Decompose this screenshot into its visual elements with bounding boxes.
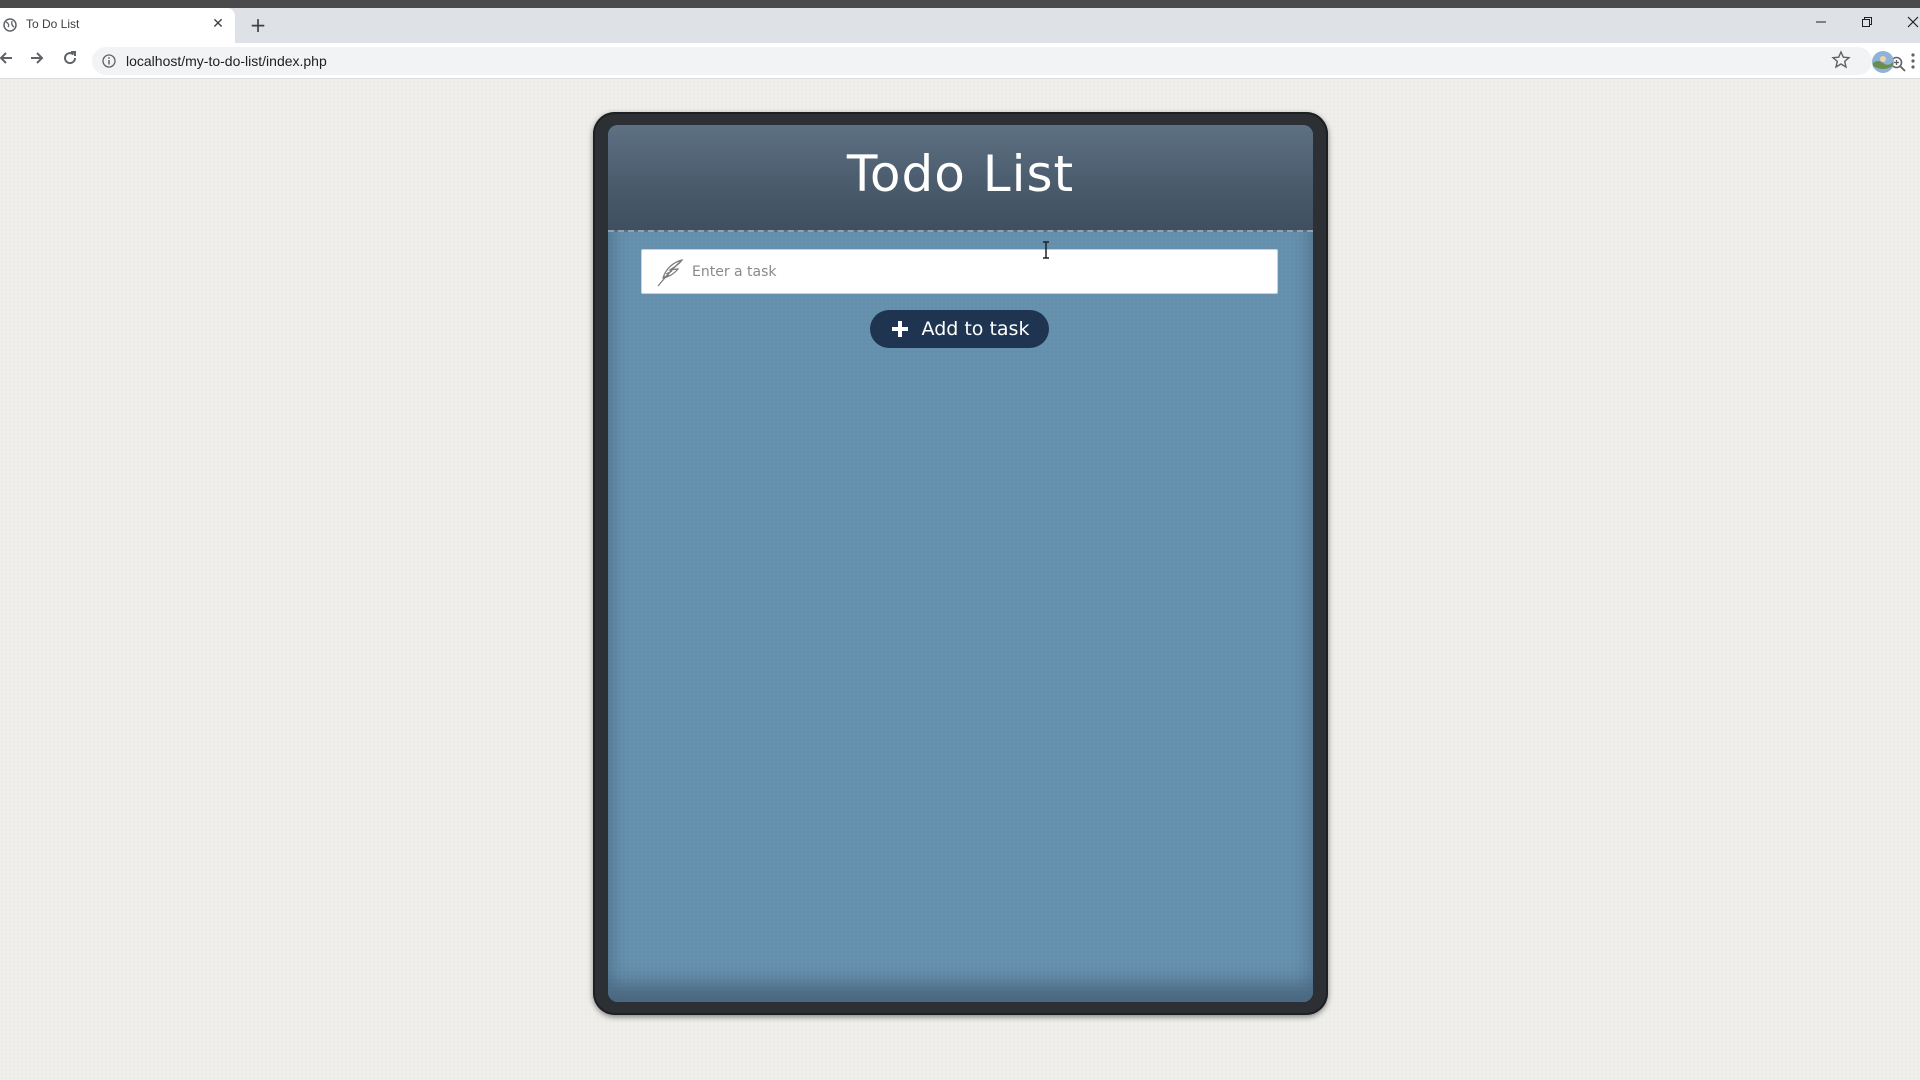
feather-icon — [657, 259, 684, 287]
add-task-label: Add to task — [921, 318, 1030, 340]
address-bar[interactable]: localhost/my-to-do-list/index.php — [92, 47, 1906, 75]
minimize-icon[interactable] — [1806, 12, 1836, 36]
tab-todo-list[interactable]: To Do List ✕ — [0, 8, 235, 43]
todo-body: Add to task — [608, 232, 1313, 1002]
todo-header: Todo List — [608, 125, 1313, 232]
close-icon[interactable]: ✕ — [210, 16, 226, 32]
globe-icon — [3, 18, 17, 32]
avatar-icon[interactable] — [1871, 50, 1895, 74]
tab-bar: To Do List ✕ + — [0, 8, 1920, 43]
page-title: Todo List — [846, 145, 1075, 203]
window-top-strip — [0, 0, 1920, 8]
task-input-wrapper[interactable] — [641, 249, 1278, 294]
restore-icon[interactable] — [1852, 12, 1882, 36]
todo-card: Todo List Add to task — [593, 112, 1328, 1015]
back-icon[interactable] — [0, 49, 18, 73]
new-tab-button[interactable]: + — [246, 13, 270, 37]
star-icon[interactable] — [1831, 50, 1851, 70]
info-icon[interactable] — [102, 54, 116, 68]
add-task-button[interactable]: Add to task — [870, 310, 1049, 348]
browser-toolbar: localhost/my-to-do-list/index.php — [0, 43, 1920, 79]
todo-card-inner: Todo List Add to task — [608, 125, 1313, 1002]
menu-icon[interactable] — [1910, 51, 1916, 71]
task-input[interactable] — [692, 250, 1272, 293]
page-background: Todo List Add to task — [0, 80, 1920, 1080]
url-text: localhost/my-to-do-list/index.php — [126, 53, 327, 69]
tab-title: To Do List — [26, 17, 80, 31]
reload-icon[interactable] — [58, 49, 82, 73]
text-cursor-icon — [1043, 241, 1049, 259]
plus-icon — [891, 321, 908, 337]
forward-icon[interactable] — [25, 49, 49, 73]
close-window-icon[interactable] — [1898, 12, 1920, 36]
